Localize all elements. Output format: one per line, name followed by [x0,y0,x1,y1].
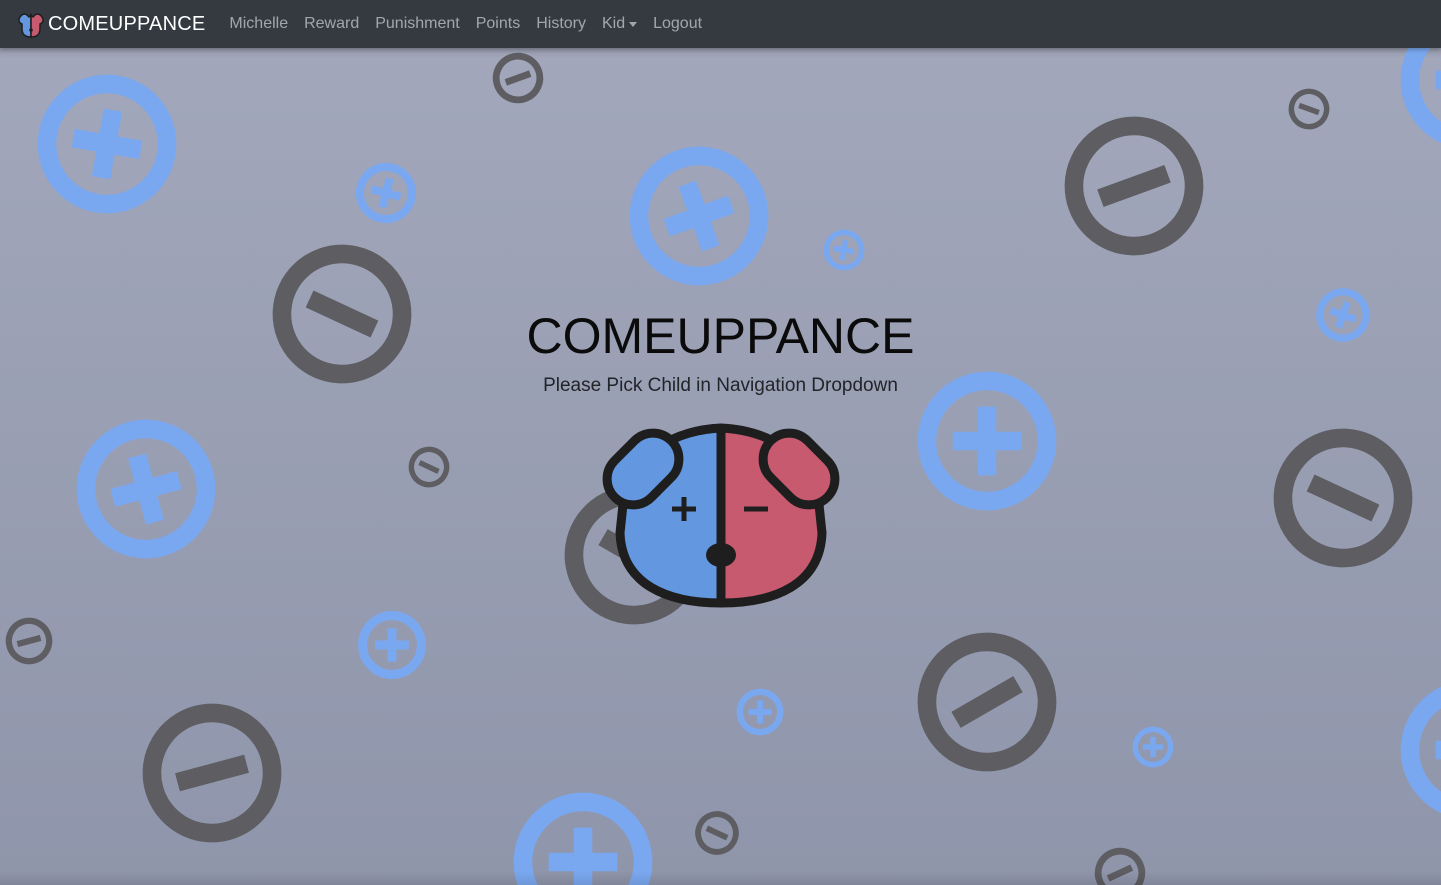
nav-link-logout[interactable]: Logout [645,15,710,33]
minus-circle-icon [138,699,285,846]
minus-circle-icon [1091,844,1149,885]
nav-link-punishment[interactable]: Punishment [367,15,468,33]
nav-link-michelle[interactable]: Michelle [221,15,296,33]
minus-circle-icon [4,616,53,665]
top-navbar: COMEUPPANCE Michelle Reward Punishment P… [0,0,1441,48]
nav-link-history[interactable]: History [528,15,594,33]
nav-link-points[interactable]: Points [468,15,528,33]
nav-link-reward[interactable]: Reward [296,15,367,33]
page-title: COMEUPPANCE [526,308,915,364]
plus-circle-icon [824,230,865,271]
minus-circle-icon [905,620,1069,784]
plus-circle-icon [622,139,776,293]
minus-circle-icon [1263,418,1423,578]
nav-dropdown-kid-label: Kid [601,15,626,32]
minus-circle-icon [406,444,453,491]
plus-circle-icon [740,692,780,732]
nav-dropdown-kid[interactable]: Kid [594,15,645,33]
nav-links: Michelle Reward Punishment Points Histor… [221,15,710,33]
plus-circle-icon [72,415,219,562]
minus-circle-icon [1286,86,1331,131]
dog-logo-icon [18,13,44,38]
plus-circle-icon [354,161,418,225]
page-subtitle: Please Pick Child in Navigation Dropdown [543,375,898,396]
minus-circle-icon [692,808,742,858]
plus-circle-icon [1135,729,1170,764]
dog-mascot-icon [602,423,840,608]
caret-down-icon [629,21,638,27]
brand-link[interactable]: COMEUPPANCE [16,9,205,39]
minus-circle-icon [490,50,546,106]
plus-circle-icon [37,74,176,213]
plus-circle-icon [1410,690,1441,810]
plus-circle-icon [1410,48,1441,140]
plus-circle-icon [927,381,1047,501]
plus-circle-icon [523,802,643,885]
brand-title: COMEUPPANCE [48,12,206,35]
plus-circle-icon [363,616,422,675]
minus-circle-icon [1057,109,1211,263]
